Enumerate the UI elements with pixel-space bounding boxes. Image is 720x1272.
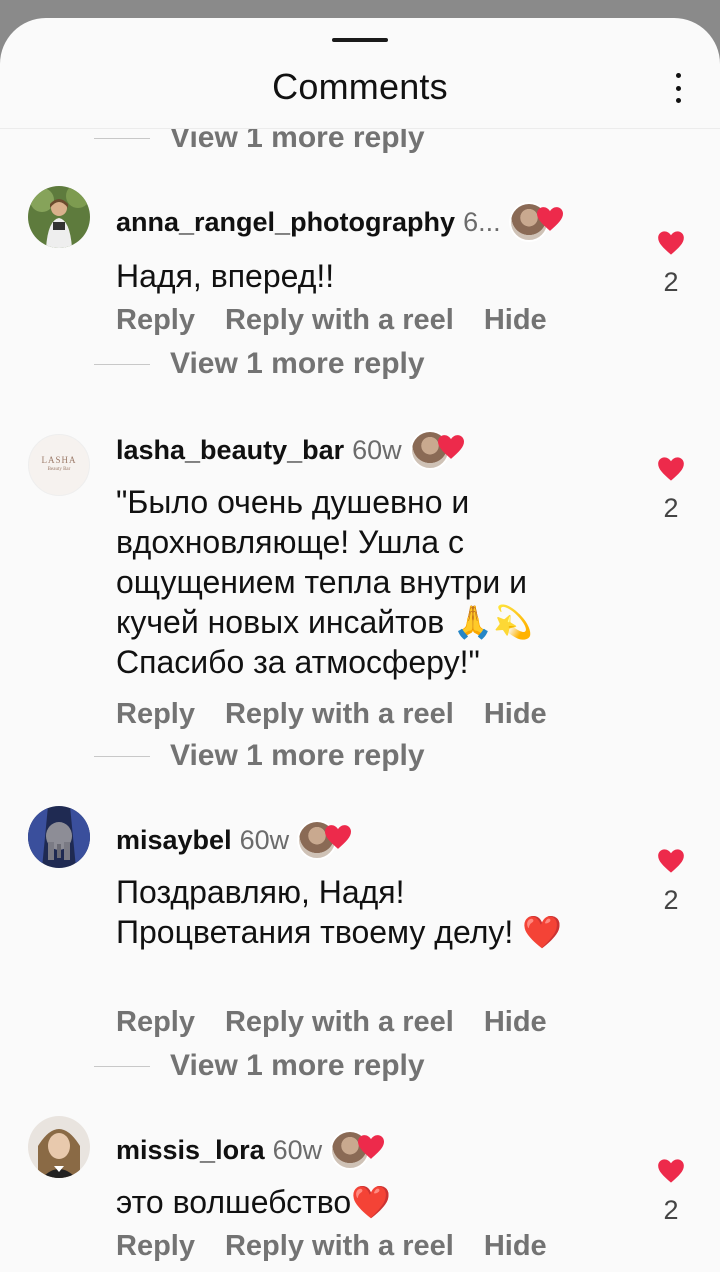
avatar[interactable] xyxy=(28,1116,90,1178)
username[interactable]: misaybel xyxy=(116,825,232,856)
heart-icon[interactable] xyxy=(657,230,685,256)
timestamp: 60w xyxy=(272,1134,323,1165)
username[interactable]: anna_rangel_photography xyxy=(116,207,455,238)
drag-handle[interactable] xyxy=(332,38,388,42)
reply-with-reel-button[interactable]: Reply with a reel xyxy=(225,1006,454,1039)
page-title: Comments xyxy=(272,66,448,107)
liked-by-heart-icon xyxy=(325,825,352,849)
reply-button[interactable]: Reply xyxy=(116,698,195,731)
like-control[interactable]: 2 xyxy=(650,230,692,298)
header-divider xyxy=(0,128,720,129)
reply-with-reel-button[interactable]: Reply with a reel xyxy=(225,1230,454,1263)
reply-button[interactable]: Reply xyxy=(116,1230,195,1263)
comment-text: это волшебство❤️ xyxy=(116,1184,392,1220)
more-options-icon[interactable] xyxy=(666,70,690,106)
liked-by-author xyxy=(409,430,480,470)
comments-sheet: Comments View 1 more reply anna_rangel_p… xyxy=(0,18,720,1272)
liked-by-heart-icon xyxy=(536,207,563,231)
liked-by-heart-icon xyxy=(437,435,464,459)
view-more-label: View 1 more reply xyxy=(170,347,425,380)
divider-line xyxy=(94,755,150,757)
view-more-replies[interactable]: View 1 more reply xyxy=(94,346,425,382)
view-more-label: View 1 more reply xyxy=(170,739,425,772)
reply-button[interactable]: Reply xyxy=(116,1006,195,1039)
heart-icon[interactable] xyxy=(657,848,685,874)
like-count: 2 xyxy=(663,885,679,915)
divider-line xyxy=(94,363,150,365)
heart-icon[interactable] xyxy=(657,456,685,482)
comment-actions: Reply Reply with a reel Hide xyxy=(116,1006,547,1039)
view-more-label: View 1 more reply xyxy=(170,1049,425,1082)
comment-actions: Reply Reply with a reel Hide xyxy=(116,304,547,337)
reply-with-reel-button[interactable]: Reply with a reel xyxy=(225,304,454,337)
hide-button[interactable]: Hide xyxy=(484,698,547,731)
like-count: 2 xyxy=(663,493,679,523)
username[interactable]: missis_lora xyxy=(116,1135,265,1166)
avatar[interactable] xyxy=(28,186,90,248)
hide-button[interactable]: Hide xyxy=(484,1230,547,1263)
avatar[interactable]: LASHA Beauty Bar xyxy=(28,434,90,496)
like-control[interactable]: 2 xyxy=(650,848,692,916)
liked-by-heart-icon xyxy=(358,1135,385,1159)
view-more-replies[interactable]: View 1 more reply xyxy=(94,738,425,774)
view-more-replies[interactable]: View 1 more reply xyxy=(94,1048,425,1084)
comment-text: "Было очень душевно и вдохновляюще! Ушла… xyxy=(116,484,533,680)
comment-text: Поздравляю, Надя! Процветания твоему дел… xyxy=(116,874,562,950)
divider-line xyxy=(94,137,150,139)
timestamp: 60w xyxy=(239,824,290,855)
avatar[interactable] xyxy=(28,806,90,868)
like-control[interactable]: 2 xyxy=(650,456,692,524)
comment-actions: Reply Reply with a reel Hide xyxy=(116,1230,547,1263)
hide-button[interactable]: Hide xyxy=(484,1006,547,1039)
heart-icon[interactable] xyxy=(657,1158,685,1184)
like-control[interactable]: 2 xyxy=(650,1158,692,1226)
comment-actions: Reply Reply with a reel Hide xyxy=(116,698,547,731)
divider-line xyxy=(94,1065,150,1067)
liked-by-author xyxy=(330,1130,400,1170)
timestamp: 60w xyxy=(352,434,402,465)
reply-with-reel-button[interactable]: Reply with a reel xyxy=(225,698,454,731)
reply-button[interactable]: Reply xyxy=(116,304,195,337)
username[interactable]: lasha_beauty_bar xyxy=(116,435,344,466)
hide-button[interactable]: Hide xyxy=(484,304,547,337)
liked-by-author xyxy=(297,820,367,860)
comment-text: Надя, вперед!! xyxy=(116,258,335,294)
like-count: 2 xyxy=(663,1195,679,1225)
timestamp: 6... xyxy=(463,206,501,237)
header-mask xyxy=(0,110,720,128)
like-count: 2 xyxy=(663,267,679,297)
liked-by-author xyxy=(508,202,579,242)
